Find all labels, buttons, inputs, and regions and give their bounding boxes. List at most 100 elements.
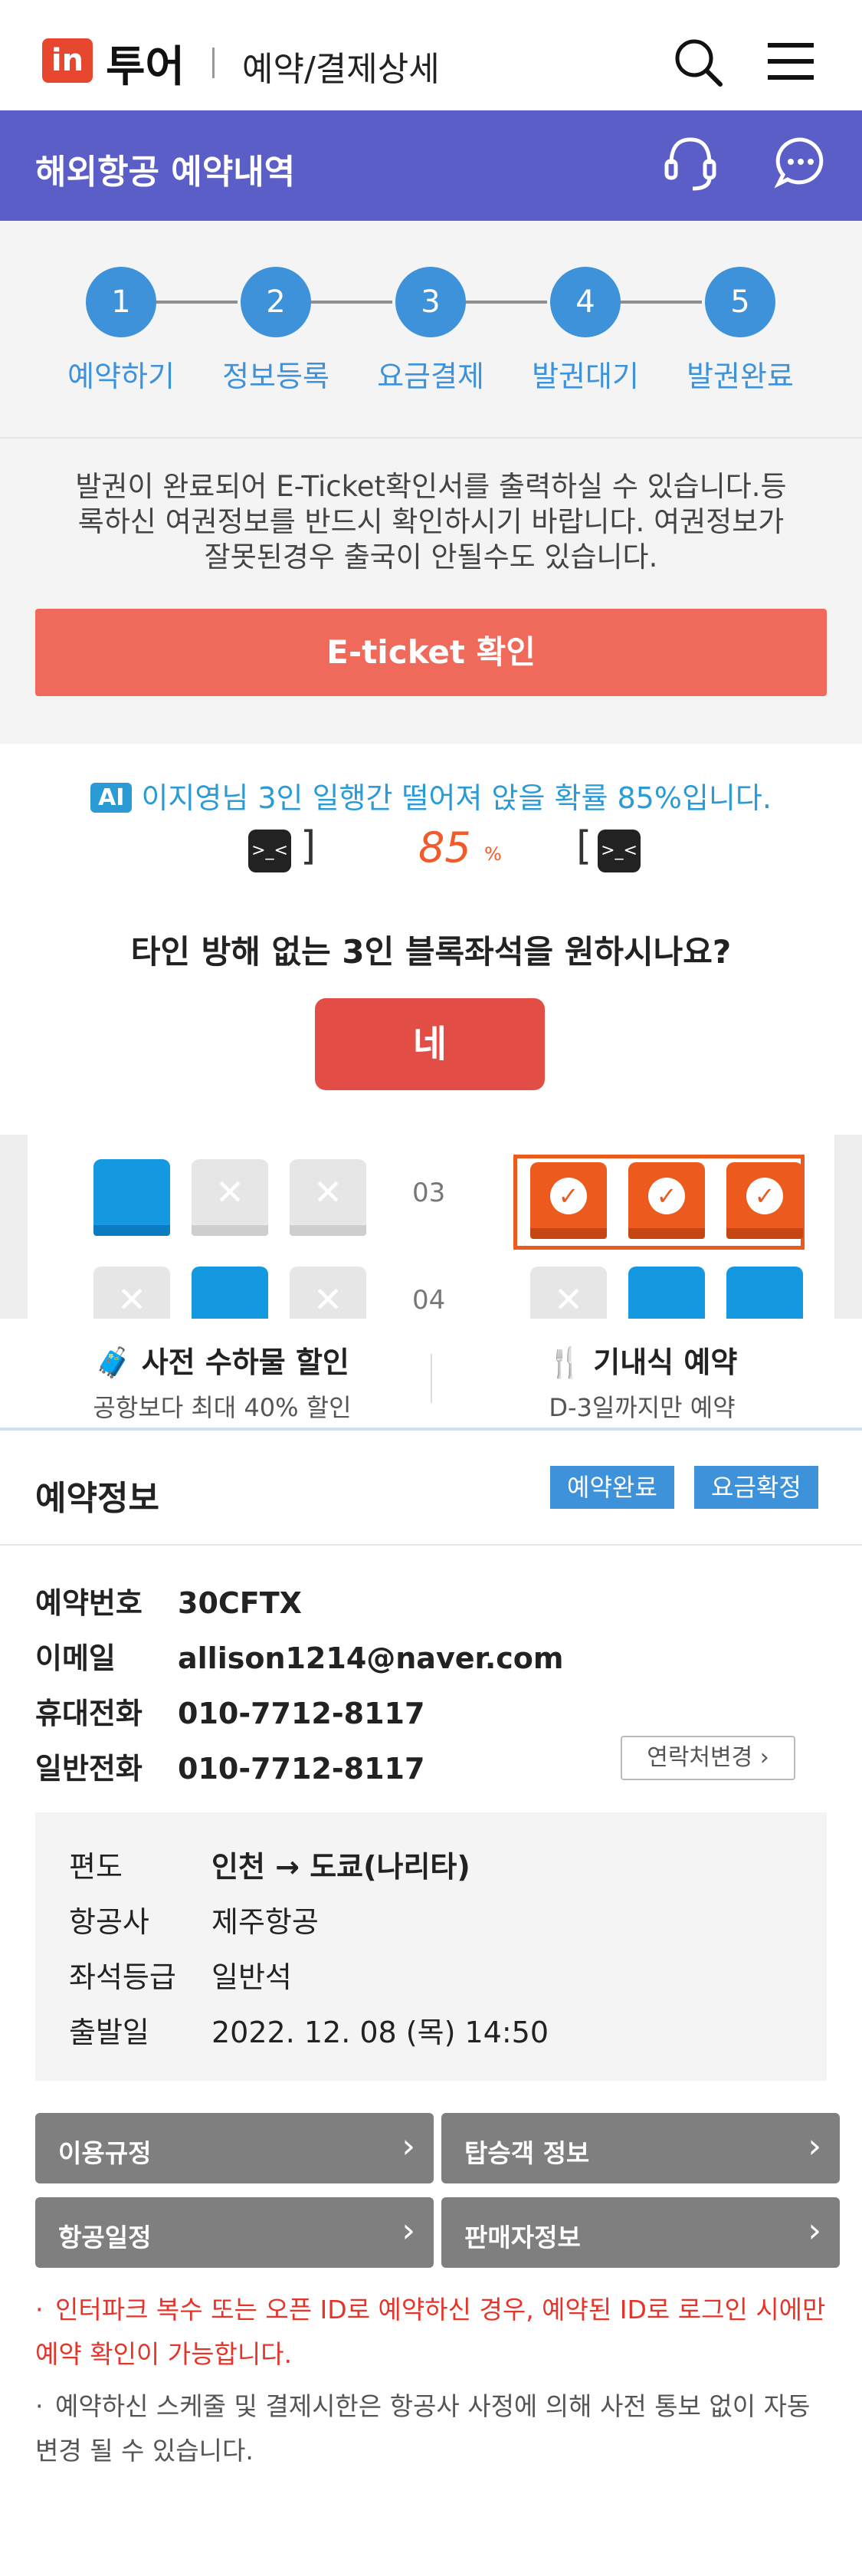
notice-line: 록하신 여권정보를 반드시 확인하시기 바랍니다. 여권정보가 xyxy=(77,505,785,538)
seat-available[interactable] xyxy=(192,1267,268,1319)
chevron-right-icon: › xyxy=(402,2211,415,2250)
note-text: 예약하신 스케줄 및 결제시한은 항공사 사정에 의해 사전 통보 없이 자동 … xyxy=(35,2391,811,2466)
probability-unit: % xyxy=(484,843,502,865)
headset-icon[interactable] xyxy=(664,133,717,195)
check-icon: ✓ xyxy=(746,1178,783,1214)
brand-logo-mark[interactable]: in xyxy=(42,38,93,83)
meal-title: 🍴 기내식 예약 xyxy=(443,1339,841,1381)
flight-schedule-label: 항공일정 xyxy=(58,2223,152,2252)
section-title: 해외항공 예약내역 xyxy=(35,153,296,192)
seat-selected[interactable]: ✓ xyxy=(628,1162,705,1239)
search-icon[interactable] xyxy=(671,35,725,89)
seller-info-label: 판매자정보 xyxy=(464,2223,581,2252)
baggage-discount-link[interactable]: 🧳 사전 수하물 할인 공항보다 최대 40% 할인 xyxy=(23,1339,421,1424)
ai-seat-panel: AI 이지영님 3인 일행간 떨어져 앉을 확률 85%입니다. >_< ] 85… xyxy=(0,744,862,1135)
seller-info-button[interactable]: 판매자정보 › xyxy=(441,2197,840,2268)
mobile-row: 휴대전화 010-7712-8117 xyxy=(35,1690,424,1732)
status-badge-fare: 요금확정 xyxy=(694,1466,818,1509)
bullet: · xyxy=(35,2295,44,2325)
step-5-circle: 5 xyxy=(705,267,775,337)
phone-row: 일반전화 010-7712-8117 xyxy=(35,1745,424,1787)
fork-knife-icon: 🍴 xyxy=(546,1346,584,1379)
seat-map-preview: ✕ ✕ 03 ✓ ✓ ✓ ✕ ✕ 04 ✕ xyxy=(0,1135,862,1319)
chat-bubble-icon[interactable] xyxy=(774,135,828,189)
ticket-notice: 발권이 완료되어 E-Ticket확인서를 출력하실 수 있습니다.등 록하신 … xyxy=(0,437,862,744)
reservation-title: 예약정보 xyxy=(35,1479,159,1518)
yes-button[interactable]: 네 xyxy=(315,998,545,1090)
check-icon: ✓ xyxy=(648,1178,685,1214)
notice-line: 발권이 완료되어 E-Ticket확인서를 출력하실 수 있습니다.등 xyxy=(75,470,787,503)
check-icon: ✓ xyxy=(550,1178,587,1214)
seat-occupied: ✕ xyxy=(192,1159,268,1236)
block-seat-question: 타인 방해 없는 3인 블록좌석을 원하시나요? xyxy=(130,933,732,971)
chevron-right-icon: › xyxy=(402,2127,415,2166)
header-divider xyxy=(212,48,215,78)
note-text: 인터파크 복수 또는 오픈 ID로 예약하신 경우, 예약된 ID로 로그인 시… xyxy=(35,2295,826,2369)
airline-row: 항공사 제주항공 xyxy=(69,1898,319,1940)
step-3-label: 요금결제 xyxy=(377,360,484,393)
chevron-right-icon: › xyxy=(759,1744,769,1771)
mobile-value: 010-7712-8117 xyxy=(178,1697,425,1730)
seat-occupied: ✕ xyxy=(290,1267,366,1319)
field-label: 항공사 xyxy=(69,1905,149,1939)
bullet: · xyxy=(35,2391,44,2421)
chevron-right-icon: › xyxy=(808,2211,821,2250)
seat-selected[interactable]: ✓ xyxy=(726,1162,803,1239)
step-2-label: 정보등록 xyxy=(222,360,329,393)
phone-value: 010-7712-8117 xyxy=(178,1752,425,1786)
seat-occupied: ✕ xyxy=(290,1159,366,1236)
notice-note-red: · 인터파크 복수 또는 오픈 ID로 예약하신 경우, 예약된 ID로 로그인 … xyxy=(35,2288,832,2377)
baggage-title-text: 사전 수하물 할인 xyxy=(141,1346,349,1379)
meal-reservation-link[interactable]: 🍴 기내식 예약 D-3일까지만 예약 xyxy=(443,1339,841,1424)
field-label: 편도 xyxy=(69,1850,123,1884)
notice-line: 잘못된경우 출국이 안될수도 있습니다. xyxy=(204,540,658,573)
probability-value: 85 xyxy=(418,823,471,872)
section-header-bar: 해외항공 예약내역 xyxy=(0,110,862,221)
seat-selected[interactable]: ✓ xyxy=(530,1162,607,1239)
baggage-title: 🧳 사전 수하물 할인 xyxy=(23,1339,421,1381)
meal-title-text: 기내식 예약 xyxy=(593,1346,738,1379)
sad-face-icon: >_< xyxy=(598,830,641,872)
field-label: 이메일 xyxy=(35,1641,116,1675)
brand-logo-text[interactable]: 투어 xyxy=(106,32,185,94)
eticket-confirm-button[interactable]: E-ticket 확인 xyxy=(35,609,827,696)
flight-route-row: 편도 인천 → 도쿄(나리타) xyxy=(69,1843,470,1885)
departure-value: 2022. 12. 08 (목) 14:50 xyxy=(211,2016,549,2049)
hamburger-menu-icon[interactable] xyxy=(765,38,817,84)
field-label: 휴대전화 xyxy=(35,1697,143,1730)
seat-row-number: 04 xyxy=(412,1285,446,1316)
flight-summary: 편도 인천 → 도쿄(나리타) 항공사 제주항공 좌석등급 일반석 출발일 2022. … xyxy=(35,1812,827,2081)
seat-available[interactable] xyxy=(726,1267,803,1319)
seat-map-area: ✕ ✕ 03 ✓ ✓ ✓ ✕ ✕ 04 ✕ xyxy=(28,1135,834,1319)
cabin-value: 일반석 xyxy=(211,1960,292,1994)
reservation-number-row: 예약번호 30CFTX xyxy=(35,1579,302,1622)
reservation-number: 30CFTX xyxy=(178,1586,302,1620)
seat-available[interactable] xyxy=(628,1267,705,1319)
terms-button[interactable]: 이용규정 › xyxy=(35,2113,434,2183)
terms-label: 이용규정 xyxy=(58,2138,152,2168)
ancillary-services: 🧳 사전 수하물 할인 공항보다 최대 40% 할인 🍴 기내식 예약 D-3일… xyxy=(0,1319,862,1431)
email-row: 이메일 allison1214@naver.com xyxy=(35,1635,563,1677)
step-5-label: 발권완료 xyxy=(687,360,794,393)
step-2-circle: 2 xyxy=(241,267,311,337)
extras-divider xyxy=(431,1354,432,1403)
passenger-info-button[interactable]: 탑승객 정보 › xyxy=(441,2113,840,2183)
flight-schedule-button[interactable]: 항공일정 › xyxy=(35,2197,434,2268)
step-3-circle: 3 xyxy=(395,267,466,337)
progress-steps: 1 2 3 4 5 예약하기 정보등록 요금결제 발권대기 발권완료 xyxy=(0,221,862,437)
step-4-circle: 4 xyxy=(550,267,621,337)
departure-row: 출발일 2022. 12. 08 (목) 14:50 xyxy=(69,2009,549,2051)
flight-route: 인천 → 도쿄(나리타) xyxy=(211,1850,470,1884)
status-badge-booked: 예약완료 xyxy=(550,1466,674,1509)
bracket-glyph: [ xyxy=(576,823,592,869)
seat-occupied: ✕ xyxy=(93,1267,170,1319)
field-label: 일반전화 xyxy=(35,1752,143,1786)
step-4-label: 발권대기 xyxy=(532,360,639,393)
seat-available[interactable] xyxy=(93,1159,170,1236)
field-label: 출발일 xyxy=(69,2016,149,2049)
field-label: 좌석등급 xyxy=(69,1960,176,1994)
bracket-glyph: ] xyxy=(300,823,316,869)
change-contact-button[interactable]: 연락처변경 › xyxy=(621,1736,795,1780)
email-value: allison1214@naver.com xyxy=(178,1641,564,1675)
page-title: 예약/결제상세 xyxy=(242,50,440,89)
